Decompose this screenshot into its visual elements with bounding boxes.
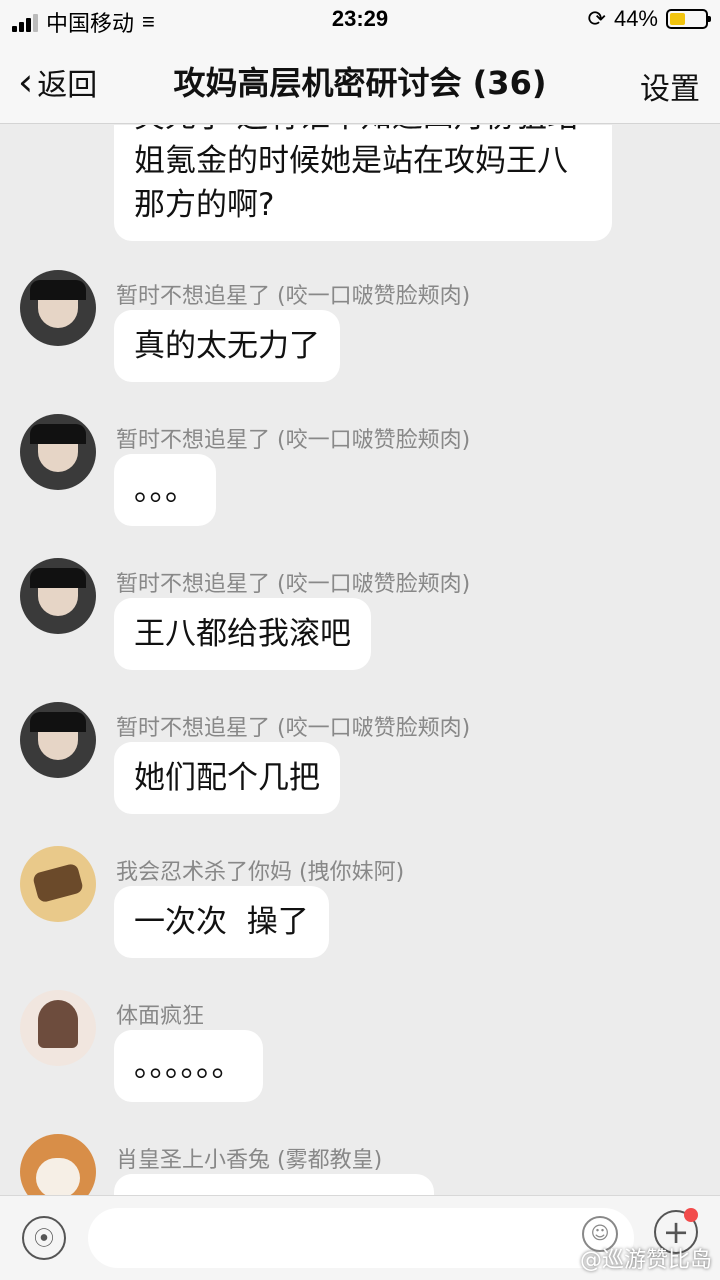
navigation-bar: ‹ 返回 攻妈高层机密研讨会 (36) 设置 — [0, 40, 720, 124]
avatar[interactable] — [20, 846, 96, 922]
message-bubble[interactable]: 她们配个几把 — [114, 742, 340, 814]
message-input[interactable] — [88, 1208, 634, 1268]
avatar[interactable] — [20, 1134, 96, 1195]
message-text-line: 姐氪金的时候她是站在攻妈王八 — [134, 143, 568, 179]
message-list[interactable]: 笑死了 还有谁不知道四月份狙站 姐氪金的时候她是站在攻妈王八 那方的啊? 暂时不… — [0, 125, 720, 1195]
message-bubble[interactable] — [114, 1174, 434, 1195]
sender-name: 暂时不想追星了 (咬一口啵赞脸颊肉) — [116, 572, 471, 597]
avatar[interactable] — [20, 558, 96, 634]
sender-name: 暂时不想追星了 (咬一口啵赞脸颊肉) — [116, 428, 471, 453]
chat-title: 攻妈高层机密研讨会 (36) — [173, 64, 547, 102]
rotation-lock-icon: ⟳ — [587, 6, 606, 31]
message-bubble[interactable]: 一次次 操了 — [114, 886, 329, 958]
message-text-line: 笑死了 还有谁不知道四月份狙站 — [134, 125, 592, 139]
avatar[interactable] — [20, 414, 96, 490]
message-bubble[interactable]: 王八都给我滚吧 — [114, 598, 371, 670]
notification-dot — [684, 1208, 698, 1222]
sender-name: 暂时不想追星了 (咬一口啵赞脸颊肉) — [116, 716, 471, 741]
voice-icon: ⦿ — [34, 1226, 54, 1250]
avatar[interactable] — [20, 702, 96, 778]
status-right: ⟳ 44% — [587, 6, 711, 32]
message-bubble[interactable]: 。。。 — [114, 454, 216, 526]
sender-name: 体面疯狂 — [116, 1004, 205, 1029]
message-bubble[interactable]: 真的太无力了 — [114, 310, 340, 382]
input-bar: ⦿ ☺ + @巡游赞比岛 — [0, 1195, 720, 1280]
battery-percent: 44% — [613, 6, 658, 31]
status-bar: 中国移动 ≡ 23:29 ⟳ 44% — [0, 0, 720, 40]
message-bubble[interactable]: 。。。。。。 — [114, 1030, 263, 1102]
sender-name: 肖皇圣上小香兔 (雾都教皇) — [116, 1148, 383, 1173]
settings-button[interactable]: 设置 — [640, 64, 700, 108]
avatar[interactable] — [20, 270, 96, 346]
avatar[interactable] — [20, 990, 96, 1066]
message-bubble[interactable]: 笑死了 还有谁不知道四月份狙站 姐氪金的时候她是站在攻妈王八 那方的啊? — [114, 125, 612, 241]
sender-name: 我会忍术杀了你妈 (拽你妹阿) — [116, 860, 405, 885]
sender-name: 暂时不想追星了 (咬一口啵赞脸颊肉) — [116, 284, 471, 309]
message-text-line: 那方的啊? — [134, 187, 275, 223]
battery-icon — [666, 9, 711, 29]
voice-button[interactable]: ⦿ — [22, 1216, 66, 1260]
watermark: @巡游赞比岛 — [579, 1248, 712, 1273]
